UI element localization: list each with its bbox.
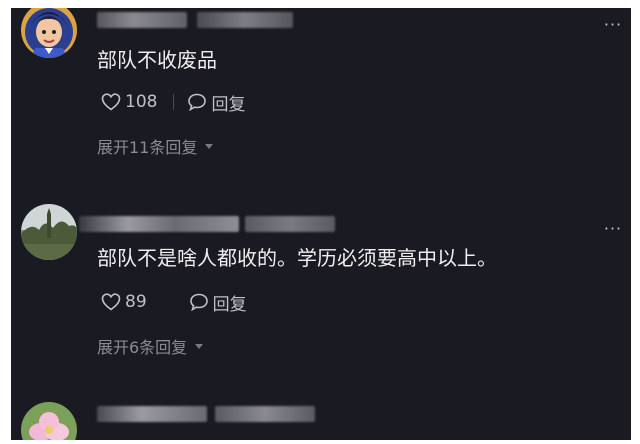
username-blurred-extra [245,216,335,232]
comment-text: 部队不收废品 [97,48,217,72]
like-count: 89 [125,292,147,312]
action-divider [175,294,176,310]
speech-bubble-icon [188,93,207,111]
expand-replies-button[interactable]: 展开11条回复 [97,134,214,158]
comment-actions: 89 回复 [101,290,247,315]
heart-icon [101,93,121,111]
like-count: 108 [125,92,158,112]
chevron-down-icon [205,143,214,149]
username-blurred-extra [215,406,315,422]
reply-label: 回复 [212,294,247,315]
like-button[interactable]: 108 [101,92,157,112]
expand-replies-label: 展开6条回复 [97,338,188,357]
expand-replies-label: 展开11条回复 [97,138,198,157]
comment-text: 部队不是啥人都收的。学历必须要高中以上。 [97,246,497,270]
username-blurred[interactable] [79,216,239,232]
speech-bubble-icon [189,293,208,311]
reply-button[interactable]: 回复 [187,90,245,115]
reply-button[interactable]: 回复 [189,290,247,315]
like-button[interactable]: 89 [101,292,147,312]
username-blurred[interactable] [97,12,187,28]
chevron-down-icon [195,343,204,349]
cartoon-character-avatar-icon [21,8,77,58]
landscape-photo-avatar-icon [21,204,77,260]
more-icon[interactable]: ··· [603,221,623,237]
username-blurred-extra [197,12,293,28]
avatar[interactable] [21,402,77,440]
avatar[interactable] [21,8,77,58]
expand-replies-button[interactable]: 展开6条回复 [97,334,204,358]
action-divider [173,94,175,110]
more-icon[interactable]: ··· [603,17,623,33]
flower-photo-avatar-icon [21,402,77,440]
comment-list: ··· 部队不收废品 108 回复 展开11条回复 ··· 部队不是啥人都收的。… [11,8,631,440]
avatar[interactable] [21,204,77,260]
username-blurred[interactable] [97,406,207,422]
reply-label: 回复 [211,94,246,115]
comment-actions: 108 回复 [101,90,245,115]
heart-icon [101,293,121,311]
